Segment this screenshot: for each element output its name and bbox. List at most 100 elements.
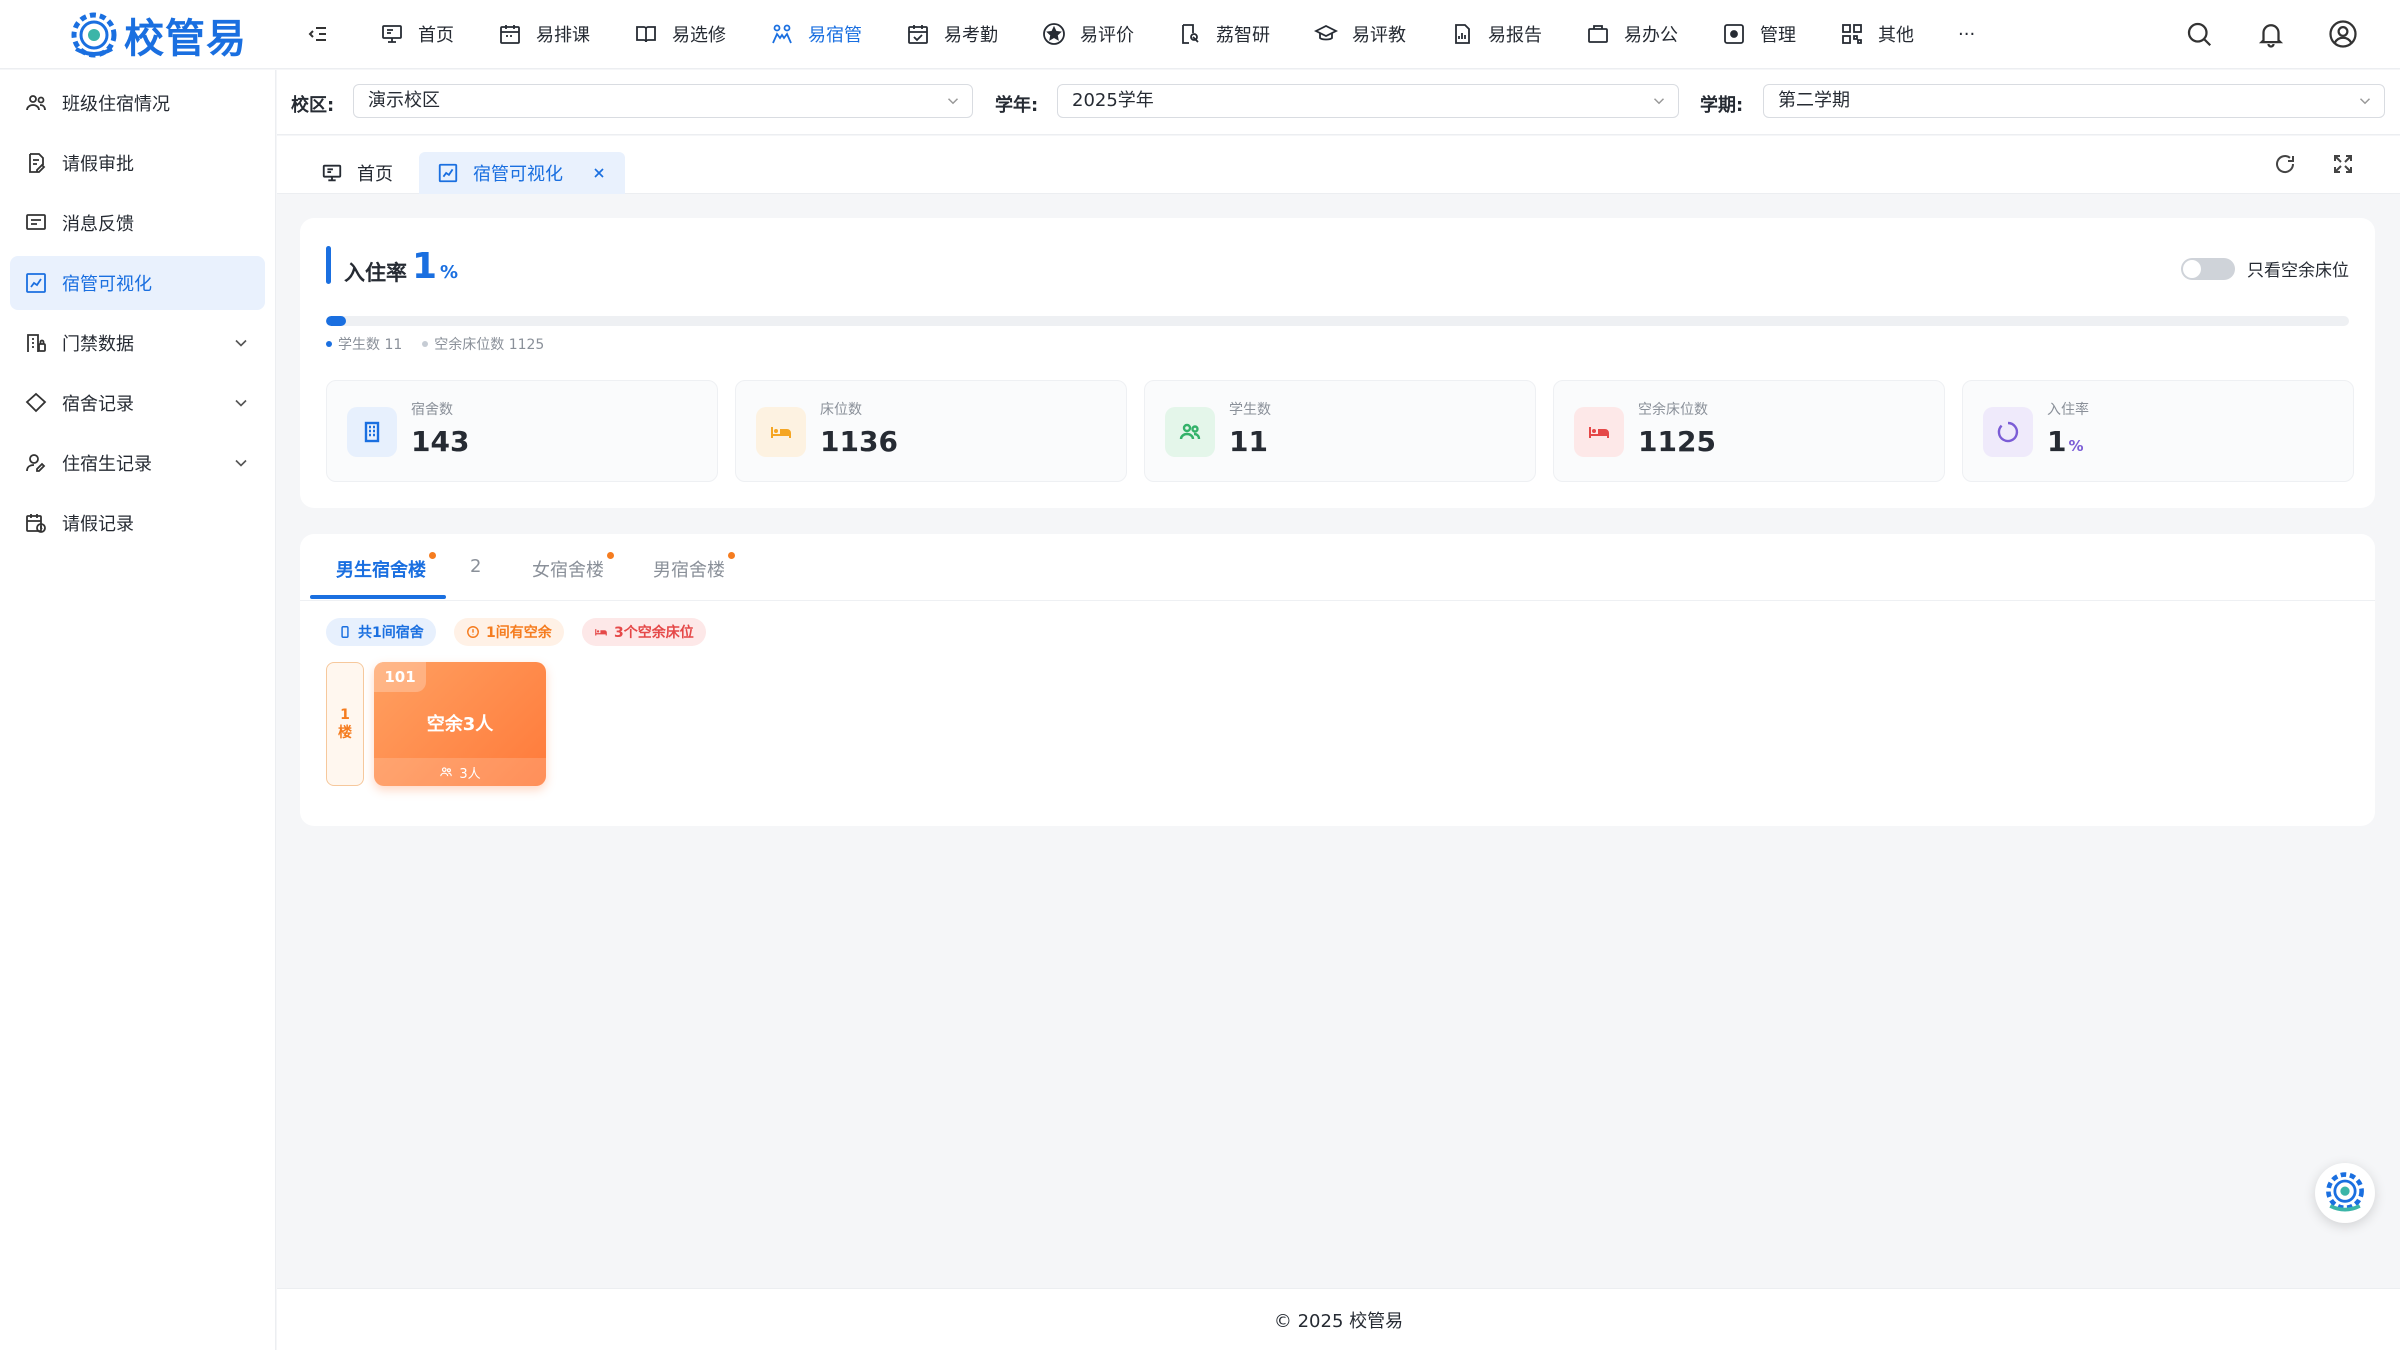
chart-icon — [24, 271, 48, 295]
stat-card-4: 入住率 1% — [1962, 380, 2354, 482]
topnav-label: 易报告 — [1488, 25, 1542, 46]
topnav-label: 易考勤 — [944, 25, 998, 46]
chip-label: 1间有空余 — [486, 625, 552, 641]
stat-value-number: 1 — [2047, 425, 2067, 458]
fullscreen-icon[interactable] — [2331, 152, 2355, 176]
report-icon — [1455, 24, 1470, 44]
stat-value: 11 — [1229, 425, 1268, 458]
occupancy-label: 入住率 — [344, 261, 407, 285]
chart-icon — [26, 273, 46, 293]
stat-icon-badge — [1574, 407, 1624, 457]
header-actions — [2184, 0, 2400, 68]
topnav-item-4[interactable]: 易考勤 — [884, 0, 1020, 68]
sidebar-item-6[interactable]: 住宿生记录 — [10, 436, 265, 490]
doc-edit-icon — [29, 153, 46, 173]
topnav-item-7[interactable]: 易评教 — [1292, 0, 1428, 68]
chevron-down-icon — [947, 98, 959, 105]
stat-unit: % — [2068, 437, 2084, 455]
stat-card-0: 宿舍数 143 — [326, 380, 718, 482]
sidebar: 班级住宿情况请假审批消息反馈宿管可视化门禁数据宿舍记录住宿生记录请假记录 — [0, 70, 276, 1350]
topnav-item-2[interactable]: 易选修 — [612, 0, 748, 68]
building-card: 男生宿舍楼 2 女宿舍楼 男宿舍楼 共1间宿舍 1间有空余 3个空余床位 1楼 … — [300, 534, 2375, 826]
topnav-item-1[interactable]: 易排课 — [476, 0, 612, 68]
refresh-icon[interactable] — [2273, 152, 2297, 176]
topnav-item-3[interactable]: 易宿管 — [748, 0, 884, 68]
building-tab-label: 男生宿舍楼 — [336, 560, 426, 581]
building-tab-male-dorm-2[interactable]: 男宿舍楼 — [653, 552, 735, 600]
stat-label: 空余床位数 — [1638, 402, 1708, 418]
topnav-label: 易排课 — [536, 25, 590, 46]
stat-icon-badge — [347, 407, 397, 457]
campus-select[interactable]: 演示校区 — [353, 84, 973, 118]
book-icon — [636, 26, 656, 43]
occupancy-unit: % — [440, 262, 459, 283]
title-accent-bar — [326, 246, 331, 284]
sidebar-item-0[interactable]: 班级住宿情况 — [10, 76, 265, 130]
gear-icon — [1722, 22, 1746, 46]
sidebar-item-7[interactable]: 请假记录 — [10, 496, 265, 550]
building-tab-2[interactable]: 2 — [470, 556, 481, 600]
close-icon[interactable] — [591, 165, 607, 181]
page-tab-dorm-visual[interactable]: 宿管可视化 — [419, 152, 625, 194]
chip-label: 3个空余床位 — [614, 625, 694, 641]
topnav-item-5[interactable]: 易评价 — [1020, 0, 1156, 68]
page-tab-label: 宿管可视化 — [473, 164, 563, 185]
topnav-item-12[interactable]: ··· — [1936, 0, 1997, 68]
toggle-knob — [2183, 259, 2201, 278]
topnav-item-11[interactable]: 其他 — [1818, 0, 1936, 68]
legend-students: 学生数 11 — [326, 334, 402, 354]
briefcase-icon — [1588, 25, 1608, 43]
topnav-label: 易评价 — [1080, 25, 1134, 46]
room-card-101[interactable]: 101 空余3人 3人 — [374, 662, 546, 786]
campus-value: 演示校区 — [368, 90, 440, 111]
building-tab-male-dorm[interactable]: 男生宿舍楼 — [336, 552, 436, 600]
users-icon — [440, 767, 453, 777]
ring-icon — [1997, 421, 2019, 443]
logo-gear-icon — [2326, 1172, 2364, 1212]
year-select[interactable]: 2025学年 — [1057, 84, 1679, 118]
topnav-item-9[interactable]: 易办公 — [1564, 0, 1700, 68]
sidebar-item-1[interactable]: 请假审批 — [10, 136, 265, 190]
room-capacity: 3人 — [374, 758, 546, 786]
stat-label: 入住率 — [2047, 402, 2089, 418]
term-select[interactable]: 第二学期 — [1763, 84, 2385, 118]
legend-students-label: 学生数 11 — [338, 337, 403, 353]
sidebar-item-5[interactable]: 宿舍记录 — [10, 376, 265, 430]
report-icon — [1450, 22, 1474, 46]
topnav-label: ··· — [1958, 23, 1976, 45]
search-icon[interactable] — [2184, 19, 2214, 49]
topnav-item-0[interactable]: 首页 — [358, 0, 476, 68]
occupancy-value: 1 — [412, 246, 438, 287]
topnav-item-6[interactable]: 荔智研 — [1156, 0, 1292, 68]
sidebar-item-label: 请假审批 — [62, 154, 134, 175]
sidebar-item-2[interactable]: 消息反馈 — [10, 196, 265, 250]
logo-gear-icon — [71, 12, 117, 58]
calendar-icon — [498, 22, 522, 46]
doc-edit-icon — [24, 151, 48, 175]
topnav-item-10[interactable]: 管理 — [1700, 0, 1818, 68]
grid-icon — [1840, 22, 1864, 46]
user-avatar-icon[interactable] — [2328, 19, 2358, 49]
stat-label: 床位数 — [820, 402, 862, 418]
menu-collapse-icon[interactable] — [306, 22, 330, 46]
gear-icon — [1724, 24, 1744, 44]
sidebar-item-label: 门禁数据 — [62, 334, 134, 355]
free-beds-toggle-label: 只看空余床位 — [2247, 261, 2349, 281]
stat-card-3: 空余床位数 1125 — [1553, 380, 1945, 482]
occupancy-progress — [326, 316, 2349, 326]
phone-icon — [341, 626, 349, 638]
building-tab-female-dorm[interactable]: 女宿舍楼 — [532, 552, 614, 600]
message-icon — [26, 214, 46, 230]
sidebar-item-4[interactable]: 门禁数据 — [10, 316, 265, 370]
assistant-fab[interactable] — [2315, 1163, 2375, 1223]
topnav-label: 首页 — [418, 25, 454, 46]
building-icon — [364, 421, 380, 443]
app-logo[interactable]: 校管易 — [68, 4, 247, 66]
house-icon — [24, 391, 48, 415]
bell-icon[interactable] — [2256, 19, 2286, 49]
free-beds-toggle[interactable] — [2181, 257, 2235, 280]
sidebar-item-3[interactable]: 宿管可视化 — [10, 256, 265, 310]
topnav-item-8[interactable]: 易报告 — [1428, 0, 1564, 68]
page-tab-home[interactable]: 首页 — [303, 152, 411, 194]
floor-label-text: 1楼 — [338, 707, 352, 741]
